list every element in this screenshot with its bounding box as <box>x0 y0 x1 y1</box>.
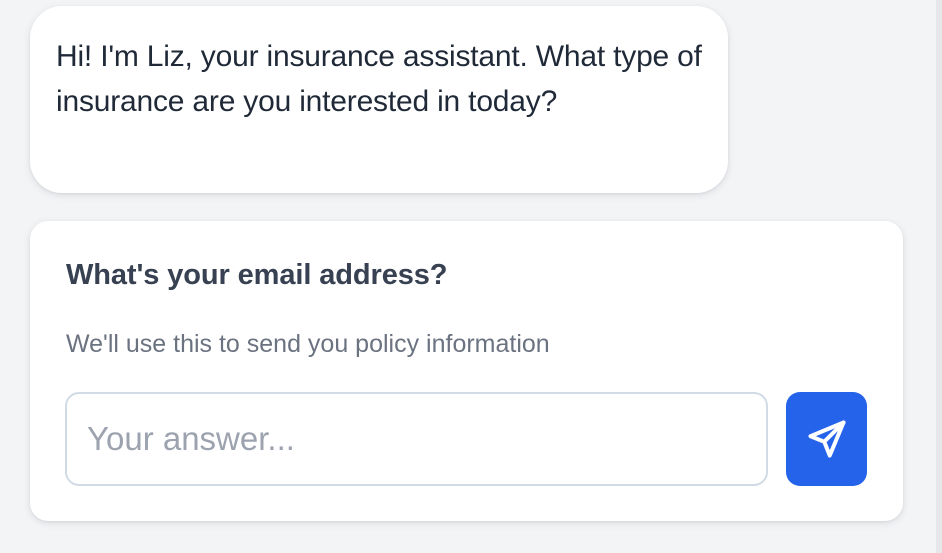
question-subtitle: We'll use this to send you policy inform… <box>66 330 550 358</box>
assistant-message-text: Hi! I'm Liz, your insurance assistant. W… <box>56 40 702 118</box>
send-button[interactable] <box>786 392 867 486</box>
question-title: What's your email address? <box>66 259 448 291</box>
question-card: What's your email address? We'll use thi… <box>30 221 903 521</box>
assistant-message-bubble: Hi! I'm Liz, your insurance assistant. W… <box>30 6 728 193</box>
answer-input[interactable] <box>65 392 768 486</box>
page-edge-strip <box>936 0 942 553</box>
send-icon <box>807 420 846 458</box>
answer-row <box>65 392 867 486</box>
